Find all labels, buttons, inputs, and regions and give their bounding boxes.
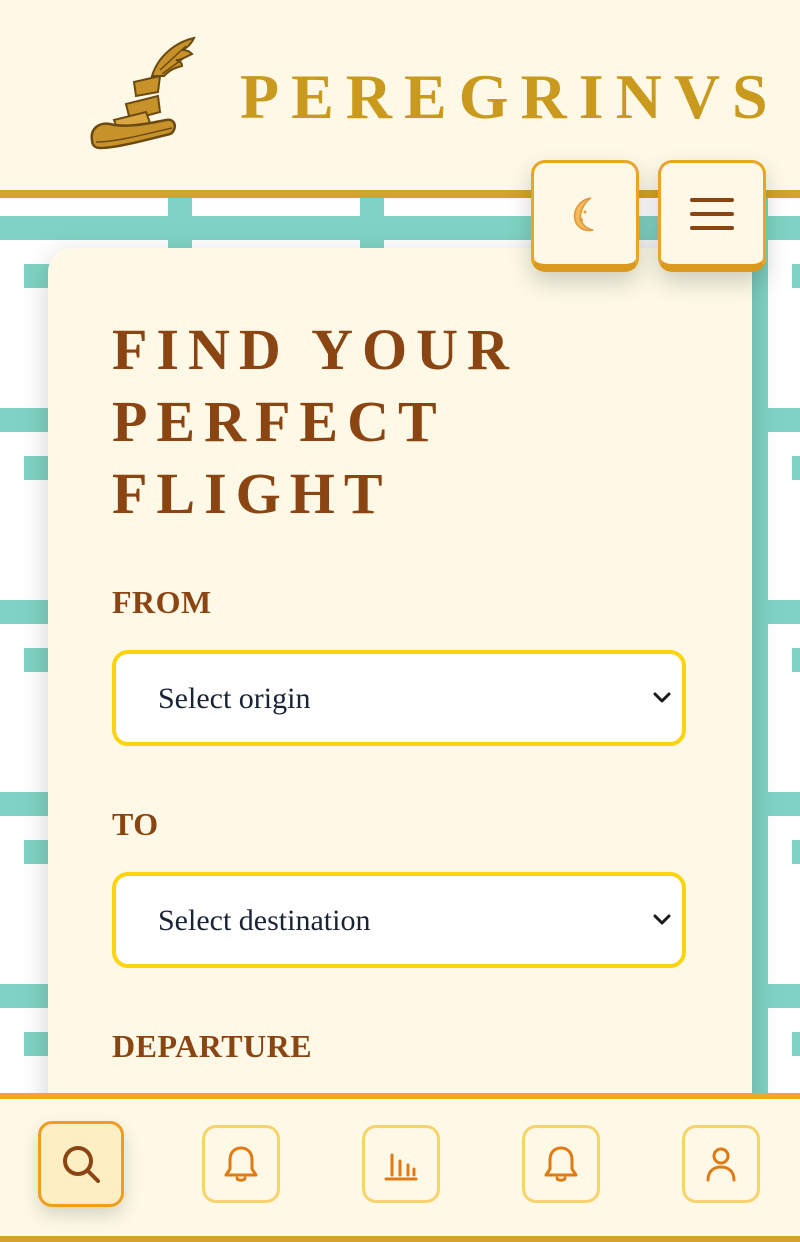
nav-notifications-button[interactable] <box>522 1125 600 1203</box>
title-line-3: FLIGHT <box>112 461 392 526</box>
chevron-down-icon <box>653 692 671 703</box>
winged-sandal-icon <box>90 36 196 150</box>
search-icon <box>63 1146 100 1183</box>
user-icon <box>706 1147 736 1182</box>
destination-select[interactable]: Select destination <box>112 872 686 968</box>
hamburger-menu-icon <box>690 197 734 230</box>
from-label: FROM <box>112 584 212 620</box>
origin-select-value: Select origin <box>158 682 311 715</box>
nav-profile-button[interactable] <box>682 1125 760 1203</box>
departure-label: DEPARTURE <box>112 1028 313 1064</box>
bar-chart-icon <box>384 1153 418 1181</box>
chevron-down-icon <box>653 914 671 925</box>
title-line-1: FIND YOUR <box>112 317 518 382</box>
menu-button[interactable] <box>658 160 766 272</box>
flight-search-card: FIND YOUR PERFECT FLIGHT FROM Select ori… <box>48 248 752 1118</box>
brand-name: PEREGRINVS <box>240 61 780 132</box>
bottom-divider <box>0 1236 800 1242</box>
moon-icon <box>573 196 594 231</box>
origin-select[interactable]: Select origin <box>112 650 686 746</box>
bottom-navigation <box>0 1093 800 1242</box>
nav-stats-button[interactable] <box>362 1125 440 1203</box>
to-label: TO <box>112 806 159 842</box>
bell-icon <box>224 1146 258 1182</box>
nav-search-button[interactable] <box>38 1121 124 1207</box>
title-line-2: PERFECT <box>112 389 446 454</box>
destination-select-value: Select destination <box>158 904 371 937</box>
theme-toggle-button[interactable] <box>531 160 639 272</box>
page-title: FIND YOUR PERFECT FLIGHT <box>112 314 672 530</box>
bell-icon <box>544 1146 578 1182</box>
nav-alerts-button[interactable] <box>202 1125 280 1203</box>
